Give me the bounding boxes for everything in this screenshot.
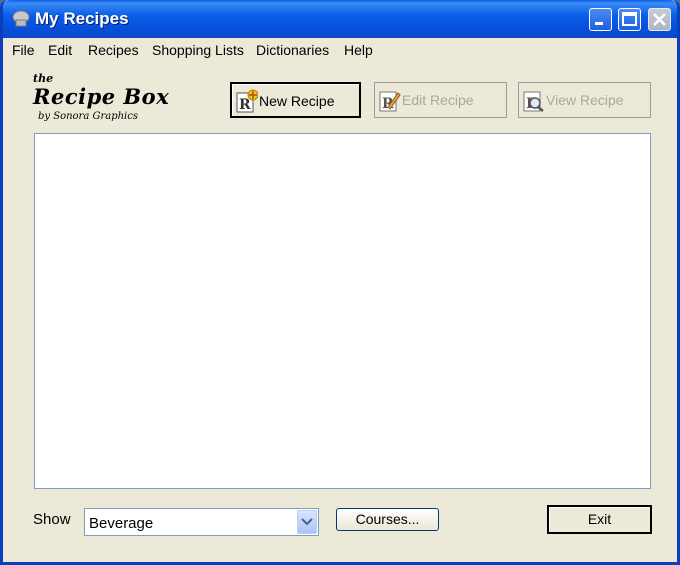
edit-recipe-icon: R bbox=[379, 91, 401, 112]
logo-title: Recipe Box bbox=[33, 84, 170, 109]
menu-shopping-lists[interactable]: Shopping Lists bbox=[152, 42, 244, 58]
logo-byline: by Sonora Graphics bbox=[38, 111, 138, 122]
exit-button[interactable]: Exit bbox=[547, 505, 652, 534]
close-button[interactable] bbox=[648, 8, 671, 31]
title-bar[interactable]: My Recipes bbox=[3, 0, 677, 38]
edit-recipe-button[interactable]: R Edit Recipe bbox=[374, 82, 507, 118]
menu-recipes[interactable]: Recipes bbox=[88, 42, 139, 58]
window-title: My Recipes bbox=[35, 9, 129, 28]
view-recipe-icon: R bbox=[523, 91, 544, 112]
view-recipe-label: View Recipe bbox=[546, 92, 624, 108]
course-select-value: Beverage bbox=[89, 515, 154, 532]
menu-edit[interactable]: Edit bbox=[48, 42, 72, 58]
course-select[interactable]: Beverage bbox=[84, 508, 319, 536]
maximize-icon bbox=[622, 12, 637, 26]
new-recipe-button[interactable]: R New Recipe bbox=[230, 82, 361, 118]
minimize-button[interactable] bbox=[589, 8, 612, 31]
close-icon bbox=[653, 13, 666, 26]
menu-bar: File Edit Recipes Shopping Lists Diction… bbox=[3, 38, 677, 62]
chef-hat-icon bbox=[12, 10, 30, 27]
new-recipe-icon: R bbox=[236, 89, 258, 113]
show-label: Show bbox=[33, 511, 71, 528]
app-window: My Recipes File Edit Recipes Shopping Li… bbox=[0, 0, 680, 565]
recipe-list[interactable] bbox=[34, 133, 651, 489]
chevron-down-icon bbox=[301, 518, 313, 526]
menu-file[interactable]: File bbox=[12, 42, 35, 58]
minimize-icon bbox=[595, 22, 603, 25]
courses-button[interactable]: Courses... bbox=[336, 508, 439, 531]
menu-help[interactable]: Help bbox=[344, 42, 373, 58]
svg-text:R: R bbox=[239, 97, 251, 113]
new-recipe-label: New Recipe bbox=[259, 93, 335, 109]
edit-recipe-label: Edit Recipe bbox=[402, 92, 474, 108]
menu-dictionaries[interactable]: Dictionaries bbox=[256, 42, 329, 58]
maximize-button[interactable] bbox=[618, 8, 641, 31]
dropdown-button[interactable] bbox=[297, 510, 317, 534]
view-recipe-button[interactable]: R View Recipe bbox=[518, 82, 651, 118]
